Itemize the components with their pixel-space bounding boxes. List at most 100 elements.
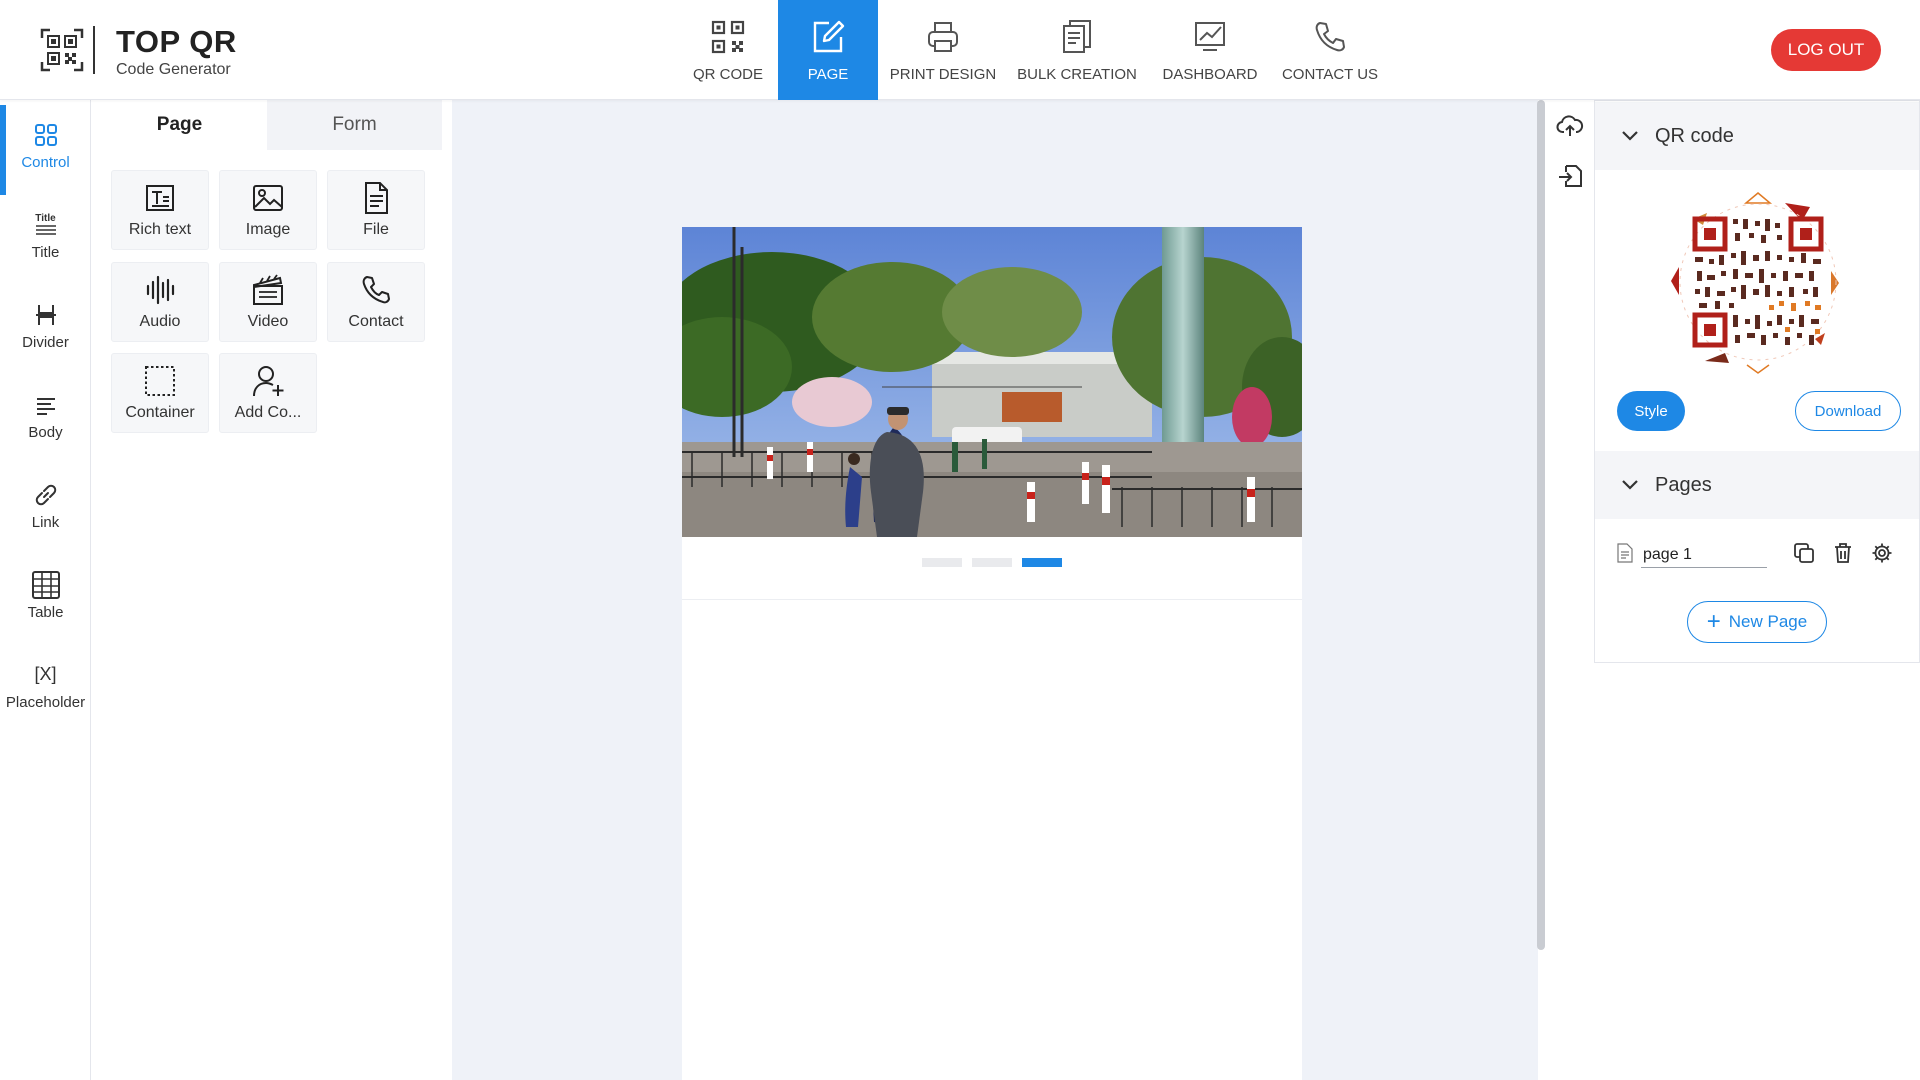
section-title: QR code bbox=[1655, 124, 1734, 147]
file-icon bbox=[365, 182, 388, 214]
tile-container[interactable]: Container bbox=[111, 353, 209, 433]
nav-label: DASHBOARD bbox=[1162, 66, 1258, 83]
logout-button[interactable]: LOG OUT bbox=[1771, 29, 1881, 71]
documents-icon bbox=[1063, 20, 1091, 53]
gear-icon[interactable] bbox=[1871, 542, 1893, 564]
sidebar-item-label: Table bbox=[27, 603, 64, 621]
qr-logo-icon bbox=[40, 28, 84, 72]
nav-label: BULK CREATION bbox=[1017, 66, 1137, 83]
chevron-down-icon bbox=[1622, 131, 1638, 141]
properties-box: QR code Style Download Pages page 1 + Ne… bbox=[1594, 100, 1920, 663]
nav-label: CONTACT US bbox=[1281, 66, 1379, 83]
section-title: Pages bbox=[1655, 473, 1712, 496]
body-text-icon bbox=[36, 397, 55, 415]
trash-icon[interactable] bbox=[1832, 542, 1854, 564]
sidebar-item-body[interactable]: Body bbox=[0, 375, 91, 455]
sidebar-item-control[interactable]: Control bbox=[0, 105, 91, 195]
tile-label: Rich text bbox=[128, 221, 192, 238]
carousel-image[interactable] bbox=[682, 227, 1302, 537]
sidebar-item-placeholder[interactable]: [X] Placeholder bbox=[0, 645, 91, 725]
tile-label: Add Co... bbox=[234, 404, 302, 421]
component-divider bbox=[682, 599, 1302, 600]
tile-label: Audio bbox=[139, 313, 181, 330]
plus-icon: + bbox=[1706, 608, 1721, 635]
sidebar-item-table[interactable]: Table bbox=[0, 555, 91, 635]
tile-video[interactable]: Video bbox=[219, 262, 317, 342]
copy-icon[interactable] bbox=[1793, 542, 1815, 564]
tile-label: Contact bbox=[348, 313, 404, 330]
sidebar-item-divider[interactable]: Divider bbox=[0, 285, 91, 365]
divider-icon bbox=[35, 304, 56, 325]
carousel-dot-active[interactable] bbox=[1022, 558, 1062, 567]
pages-section-header[interactable]: Pages bbox=[1595, 451, 1919, 519]
tile-image[interactable]: Image bbox=[219, 170, 317, 250]
nav-label: QR CODE bbox=[692, 66, 763, 83]
carousel-dot[interactable] bbox=[972, 558, 1012, 567]
tile-label: Video bbox=[247, 313, 289, 330]
tab-form[interactable]: Form bbox=[267, 100, 442, 150]
nav-dashboard[interactable]: DASHBOARD bbox=[1146, 0, 1274, 100]
nav-contact-us[interactable]: CONTACT US bbox=[1274, 0, 1386, 100]
printer-icon bbox=[928, 22, 958, 52]
nav-label: PRINT DESIGN bbox=[889, 66, 997, 83]
app-header: TOP QR Code Generator QR CODE PAGE PRINT… bbox=[0, 0, 1920, 100]
carousel-dot[interactable] bbox=[922, 558, 962, 567]
title-icon: Title bbox=[31, 210, 61, 240]
phone-icon bbox=[1315, 22, 1345, 52]
new-page-label: New Page bbox=[1728, 612, 1808, 631]
main-nav: QR CODE PAGE PRINT DESIGN BULK CREATION … bbox=[678, 0, 1386, 100]
editor-canvas bbox=[452, 100, 1545, 1080]
panel-tabs: Page Form bbox=[92, 100, 442, 150]
logo-divider bbox=[93, 26, 95, 74]
tile-rich-text[interactable]: Rich text bbox=[111, 170, 209, 250]
container-icon bbox=[145, 366, 175, 396]
tile-add-contact[interactable]: Add Co... bbox=[219, 353, 317, 433]
tile-audio[interactable]: Audio bbox=[111, 262, 209, 342]
page-doc-icon bbox=[1617, 543, 1633, 563]
page-preview bbox=[682, 227, 1302, 1080]
properties-panel: QR code Style Download Pages page 1 + Ne… bbox=[1594, 100, 1920, 1080]
nav-label: PAGE bbox=[807, 66, 849, 83]
edit-page-icon bbox=[813, 20, 845, 53]
brand-title: TOP QR bbox=[116, 24, 237, 59]
import-icon[interactable] bbox=[1556, 162, 1584, 190]
qr-download-button[interactable]: Download bbox=[1795, 391, 1901, 431]
canvas-scrollbar[interactable] bbox=[1537, 100, 1545, 950]
nav-print-design[interactable]: PRINT DESIGN bbox=[878, 0, 1008, 100]
tool-strip bbox=[1546, 100, 1594, 1080]
chevron-down-icon bbox=[1622, 480, 1638, 490]
sidebar-item-label: Control bbox=[21, 153, 70, 171]
qr-code-icon bbox=[711, 20, 745, 54]
tab-page[interactable]: Page bbox=[92, 100, 267, 150]
carousel-indicators bbox=[682, 558, 1302, 567]
chart-icon bbox=[1195, 22, 1225, 51]
rich-text-icon bbox=[146, 185, 174, 211]
component-category-sidebar: Control Title Title Divider Body Link Ta… bbox=[0, 100, 91, 1080]
qr-style-button[interactable]: Style bbox=[1617, 391, 1685, 431]
qr-code-section-header[interactable]: QR code bbox=[1595, 102, 1919, 170]
page-list-item bbox=[1595, 533, 1919, 573]
sidebar-item-title[interactable]: Title Title bbox=[0, 195, 91, 275]
table-icon bbox=[31, 570, 60, 599]
cloud-upload-icon[interactable] bbox=[1556, 112, 1584, 140]
placeholder-icon: [X] bbox=[31, 660, 61, 690]
nav-qr-code[interactable]: QR CODE bbox=[678, 0, 778, 100]
nav-page[interactable]: PAGE bbox=[778, 0, 878, 100]
nav-bulk-creation[interactable]: BULK CREATION bbox=[1008, 0, 1146, 100]
new-page-button[interactable]: + New Page bbox=[1687, 601, 1827, 643]
link-icon bbox=[35, 484, 56, 505]
tile-file[interactable]: File bbox=[327, 170, 425, 250]
title-icon-text: Title bbox=[35, 212, 56, 224]
tile-label: Image bbox=[245, 221, 291, 238]
sidebar-item-label: Divider bbox=[22, 333, 69, 351]
tile-contact[interactable]: Contact bbox=[327, 262, 425, 342]
brand-subtitle: Code Generator bbox=[116, 61, 231, 78]
sidebar-item-label: Placeholder bbox=[5, 693, 86, 711]
qr-code-preview bbox=[1665, 189, 1851, 375]
placeholder-icon-text: [X] bbox=[34, 664, 57, 684]
sidebar-item-link[interactable]: Link bbox=[0, 465, 91, 545]
grid-icon bbox=[34, 123, 57, 146]
phone-icon bbox=[362, 276, 390, 304]
sidebar-item-label: Title bbox=[31, 243, 60, 261]
page-name-input[interactable] bbox=[1641, 542, 1767, 568]
